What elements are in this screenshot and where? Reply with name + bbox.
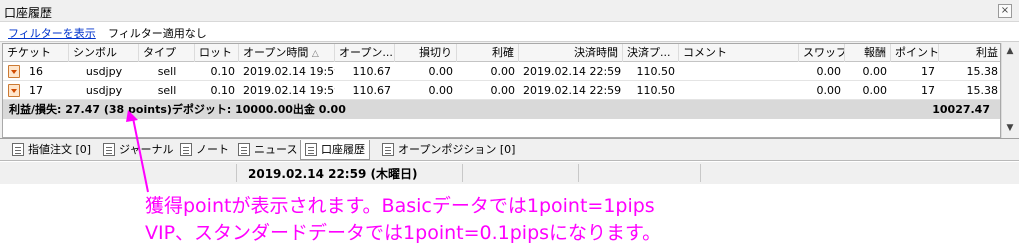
annotation-arrow-line <box>132 117 149 193</box>
annotation-line-2: VIP、スタンダードデータでは1point=0.1pipsになります。 <box>145 222 662 244</box>
annotation-arrow-head <box>126 110 138 122</box>
annotation-line-1: 獲得pointが表示されます。Basicデータでは1point=1pips <box>145 195 655 217</box>
